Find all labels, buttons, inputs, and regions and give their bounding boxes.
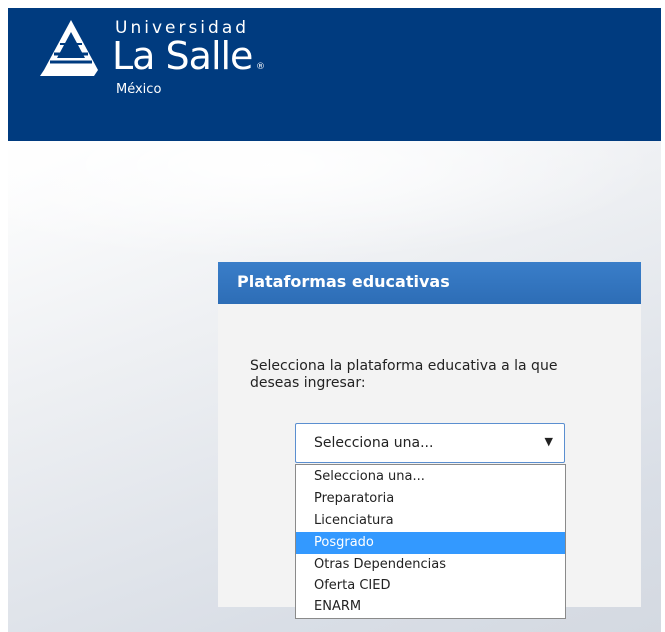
background-glow xyxy=(8,141,661,261)
platform-select[interactable]: Selecciona una... ▼ xyxy=(295,423,565,463)
panel-instruction: Selecciona la plataforma educativa a la … xyxy=(250,358,558,391)
logo-name-text: La Salle xyxy=(112,34,253,78)
option-otras-dependencias[interactable]: Otras Dependencias xyxy=(296,554,565,576)
triangle-down-icon: ▼ xyxy=(544,435,553,448)
option-posgrado[interactable]: Posgrado xyxy=(296,532,565,554)
platform-dropdown-list[interactable]: Selecciona una... Preparatoria Licenciat… xyxy=(295,464,566,619)
option-oferta-cied[interactable]: Oferta CIED xyxy=(296,575,565,597)
lasalle-logo-icon xyxy=(40,20,98,76)
select-value: Selecciona una... xyxy=(314,435,434,451)
option-preparatoria[interactable]: Preparatoria xyxy=(296,488,565,510)
option-licenciatura[interactable]: Licenciatura xyxy=(296,510,565,532)
logo-country-text: México xyxy=(116,82,162,97)
page: Universidad La Salle ® México Plataforma… xyxy=(0,0,665,632)
logo-registered-mark: ® xyxy=(256,62,265,72)
option-enarm[interactable]: ENARM xyxy=(296,596,565,618)
site-header xyxy=(8,8,661,141)
option-selecciona-una[interactable]: Selecciona una... xyxy=(296,466,565,488)
panel-title: Plataformas educativas xyxy=(237,272,450,291)
